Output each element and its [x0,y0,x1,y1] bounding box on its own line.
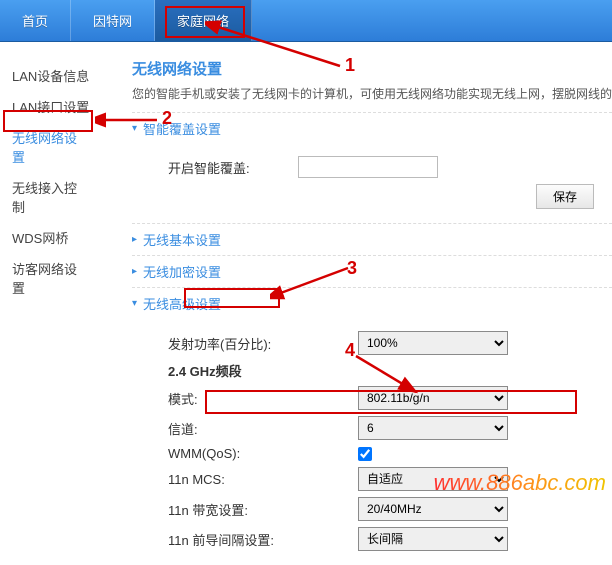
txpower-label: 发射功率(百分比): [168,334,298,353]
bw-select[interactable]: 20/40MHz [358,497,508,521]
section-wireless-encryption[interactable]: ▸ 无线加密设置 [132,255,612,287]
sidebar-item-wds-bridge[interactable]: WDS网桥 [0,222,102,253]
gi-select[interactable]: 长间隔 [358,527,508,551]
sidebar-item-wireless-access[interactable]: 无线接入控制 [0,172,102,222]
section-wireless-advanced[interactable]: ▾ 无线高级设置 [132,287,612,319]
sidebar-item-lan-interface[interactable]: LAN接口设置 [0,91,102,122]
section-advanced-body: 发射功率(百分比): 100% 2.4 GHz频段 模式: 802.11b/g/… [132,319,612,565]
section-title: 无线加密设置 [143,262,221,281]
mode-select[interactable]: 802.11b/g/n [358,386,508,410]
page-hint: 您的智能手机或安装了无线网卡的计算机，可使用无线网络功能实现无线上网，摆脱网线的 [132,85,612,102]
sidebar-item-lan-device-info[interactable]: LAN设备信息 [0,60,102,91]
enable-smart-label: 开启智能覆盖: [168,158,298,177]
section-wireless-basic[interactable]: ▸ 无线基本设置 [132,223,612,255]
topnav-tab-internet[interactable]: 因特网 [71,0,155,41]
section-title: 无线高级设置 [143,294,221,313]
txpower-select[interactable]: 100% [358,331,508,355]
caret-right-icon: ▸ [132,234,137,245]
caret-right-icon: ▸ [132,266,137,277]
section-smart-body: 开启智能覆盖: 保存 [132,144,612,223]
bw-label: 11n 带宽设置: [168,500,298,519]
sidebar: LAN设备信息 LAN接口设置 无线网络设置 无线接入控制 WDS网桥 访客网络… [0,42,102,502]
save-button[interactable]: 保存 [536,184,594,209]
channel-select[interactable]: 6 [358,416,508,440]
channel-label: 信道: [168,419,298,438]
page-title: 无线网络设置 [132,58,612,79]
mode-label: 模式: [168,389,298,408]
gi-label: 11n 前导间隔设置: [168,530,298,549]
content-pane: 无线网络设置 您的智能手机或安装了无线网卡的计算机，可使用无线网络功能实现无线上… [102,42,612,502]
top-nav: 首页 因特网 家庭网络 [0,0,612,42]
sidebar-item-guest-network[interactable]: 访客网络设置 [0,253,102,303]
band-label: 2.4 GHz频段 [168,361,298,380]
wmm-label: WMM(QoS): [168,446,298,461]
topnav-tab-homelan[interactable]: 家庭网络 [155,0,252,41]
caret-down-icon: ▾ [132,298,137,309]
mcs-label: 11n MCS: [168,472,298,487]
topnav-tab-home[interactable]: 首页 [0,0,71,41]
enable-smart-input[interactable] [298,156,438,178]
section-smart-coverage[interactable]: ▾ 智能覆盖设置 [132,112,612,144]
section-title: 无线基本设置 [143,230,221,249]
section-title: 智能覆盖设置 [143,119,221,138]
mcs-select[interactable]: 自适应 [358,467,508,491]
caret-down-icon: ▾ [132,123,137,134]
sidebar-item-wireless-settings[interactable]: 无线网络设置 [0,122,102,172]
wmm-checkbox[interactable] [358,447,372,461]
